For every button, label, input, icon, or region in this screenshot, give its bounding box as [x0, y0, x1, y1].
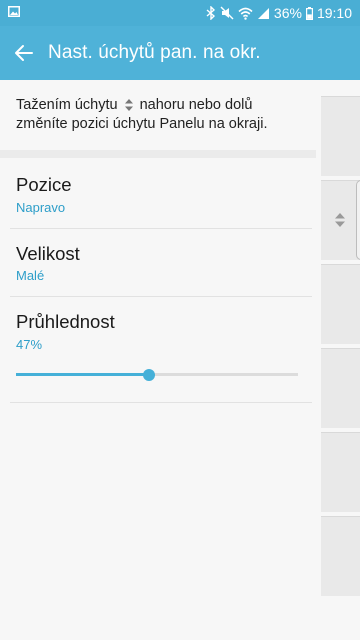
list-divider: [10, 402, 312, 403]
page-title: Nast. úchytů pan. na okr.: [48, 42, 261, 63]
move-arrows-icon: [335, 213, 345, 227]
battery-icon: [305, 6, 313, 20]
battery-percent: 36%: [273, 5, 302, 21]
wifi-icon: [238, 7, 253, 20]
transparency-slider[interactable]: [16, 366, 298, 384]
setting-size[interactable]: Velikost Malé: [0, 229, 312, 296]
edge-panel-cell: [321, 264, 360, 344]
setting-size-value: Malé: [16, 268, 45, 283]
setting-transparency-value: 47%: [16, 337, 43, 352]
arrow-back-icon[interactable]: [12, 41, 36, 65]
bluetooth-icon: [206, 6, 215, 20]
clock: 19:10: [316, 5, 352, 21]
edge-panel-cell: [321, 432, 360, 512]
edge-panel-preview: [321, 96, 360, 596]
setting-transparency-label: Průhlednost: [16, 311, 115, 332]
edge-panel-cell: [321, 516, 360, 596]
slider-fill: [16, 373, 149, 376]
gallery-icon: [8, 6, 20, 17]
setting-position-label: Pozice: [16, 174, 72, 195]
edge-panel-handle[interactable]: [356, 180, 360, 260]
description-text: Tažením úchytu nahoru nebo dolů změníte p…: [16, 96, 306, 134]
setting-position[interactable]: Pozice Napravo: [0, 160, 312, 228]
section-divider: [0, 150, 316, 158]
setting-transparency: Průhlednost 47%: [0, 297, 312, 402]
mute-icon: [220, 6, 234, 20]
app-bar: Nast. úchytů pan. na okr.: [0, 26, 360, 80]
setting-size-label: Velikost: [16, 243, 80, 264]
setting-position-value: Napravo: [16, 200, 66, 215]
status-bar: 36% 19:10: [0, 0, 360, 26]
edge-panel-cell: [321, 96, 360, 176]
edge-panel-cell: [321, 348, 360, 428]
drag-handle-icon: [124, 99, 133, 112]
slider-thumb[interactable]: [142, 369, 155, 381]
description-before: Tažením úchytu: [16, 97, 118, 113]
signal-icon: [257, 7, 269, 19]
